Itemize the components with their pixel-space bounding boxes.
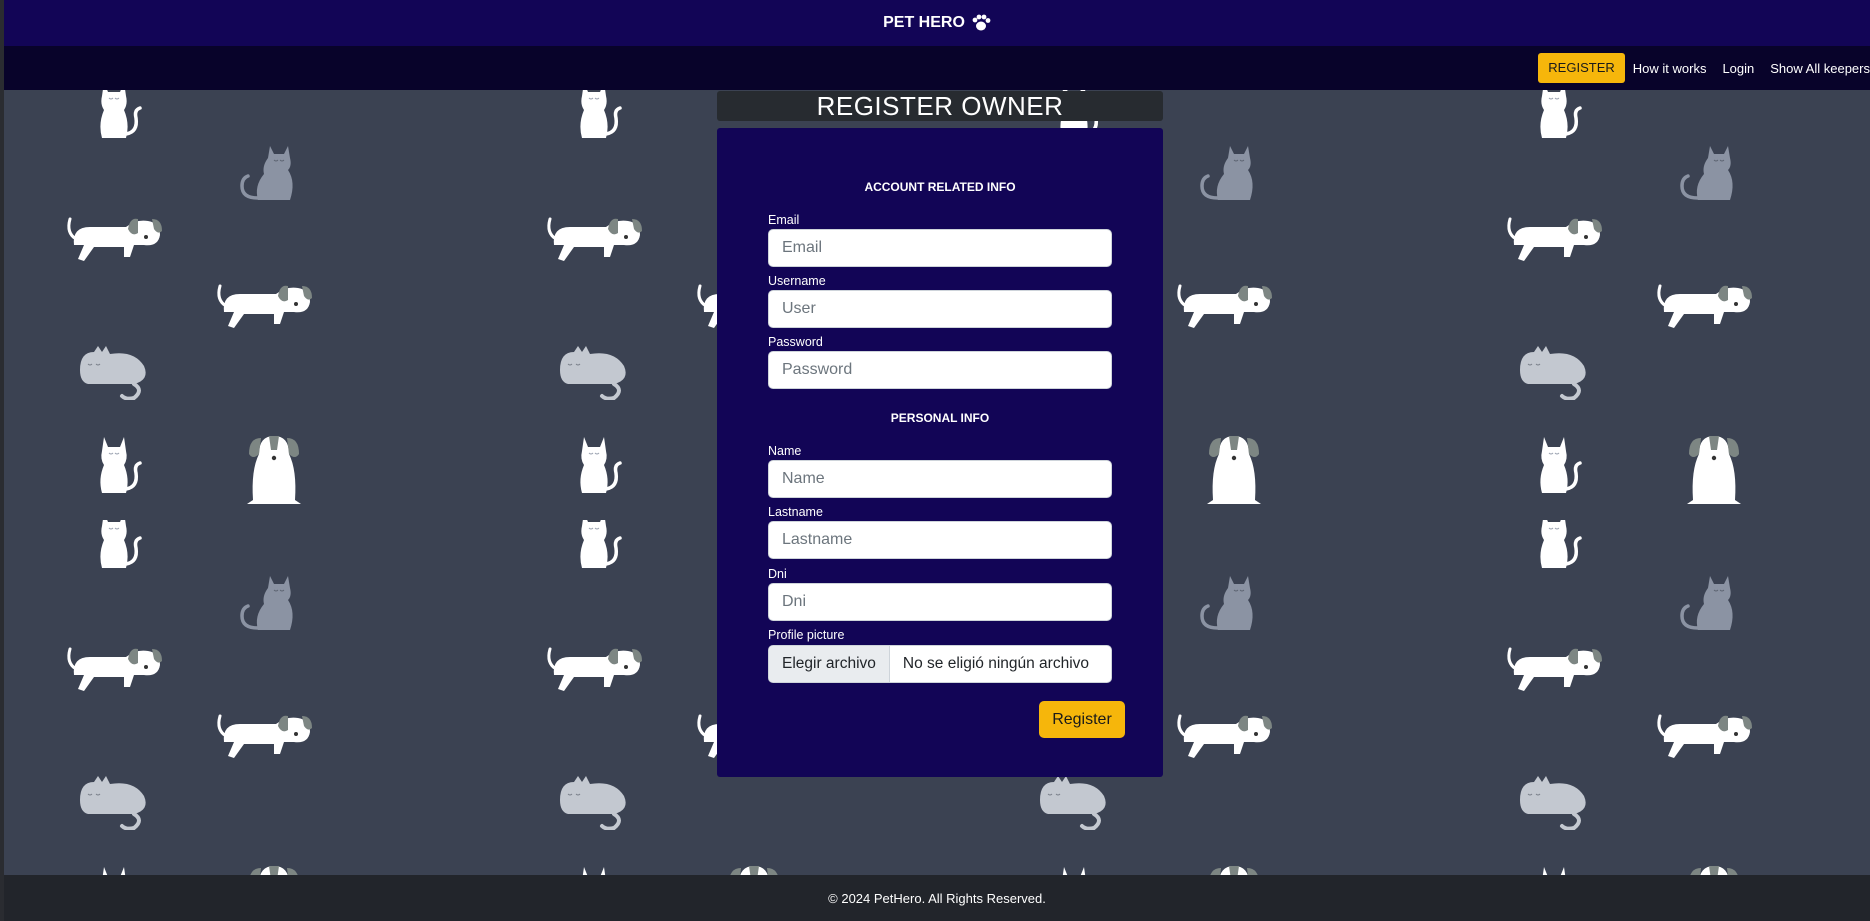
account-section-heading: ACCOUNT RELATED INFO [864,180,1016,194]
lastname-label: Lastname [768,505,823,519]
password-label: Password [768,335,823,349]
email-field[interactable] [768,229,1112,267]
dni-field[interactable] [768,583,1112,621]
file-status-text: No se eligió ningún archivo [902,655,1090,672]
brand-name: PET HERO [883,14,965,31]
top-navbar: REGISTER How it works Login Show All kee… [4,46,1870,90]
brand-title[interactable]: PET HERO [883,14,991,32]
nav-login-link[interactable]: Login [1722,61,1754,76]
register-owner-form: ACCOUNT RELATED INFO Email Username Pass… [717,128,1163,777]
choose-file-button[interactable]: Elegir archivo [769,646,890,682]
username-label: Username [768,274,826,288]
page: PET HERO REGISTER How it works Login Sho… [0,0,1870,921]
brand-bar: PET HERO [4,0,1870,46]
personal-section-heading: PERSONAL INFO [890,411,990,425]
dni-label: Dni [768,567,787,581]
email-label: Email [768,213,800,227]
footer: © 2024 PetHero. All Rights Reserved. [4,875,1870,921]
paw-icon [972,14,991,31]
footer-copyright: © 2024 PetHero. All Rights Reserved. [828,890,1046,906]
name-field[interactable] [768,460,1112,498]
name-label: Name [768,444,802,458]
username-field[interactable] [768,290,1112,328]
nav-how-it-works-link[interactable]: How it works [1633,61,1707,76]
password-field[interactable] [768,351,1112,389]
profile-picture-label: Profile picture [768,628,845,642]
page-title: REGISTER OWNER [717,91,1163,121]
profile-picture-input[interactable]: Elegir archivo No se eligió ningún archi… [768,645,1112,683]
nav-register-button[interactable]: REGISTER [1538,53,1625,83]
nav-show-keepers-link[interactable]: Show All keepers [1770,61,1870,76]
window-edge [0,0,4,921]
register-button[interactable]: Register [1039,701,1125,738]
lastname-field[interactable] [768,521,1112,559]
